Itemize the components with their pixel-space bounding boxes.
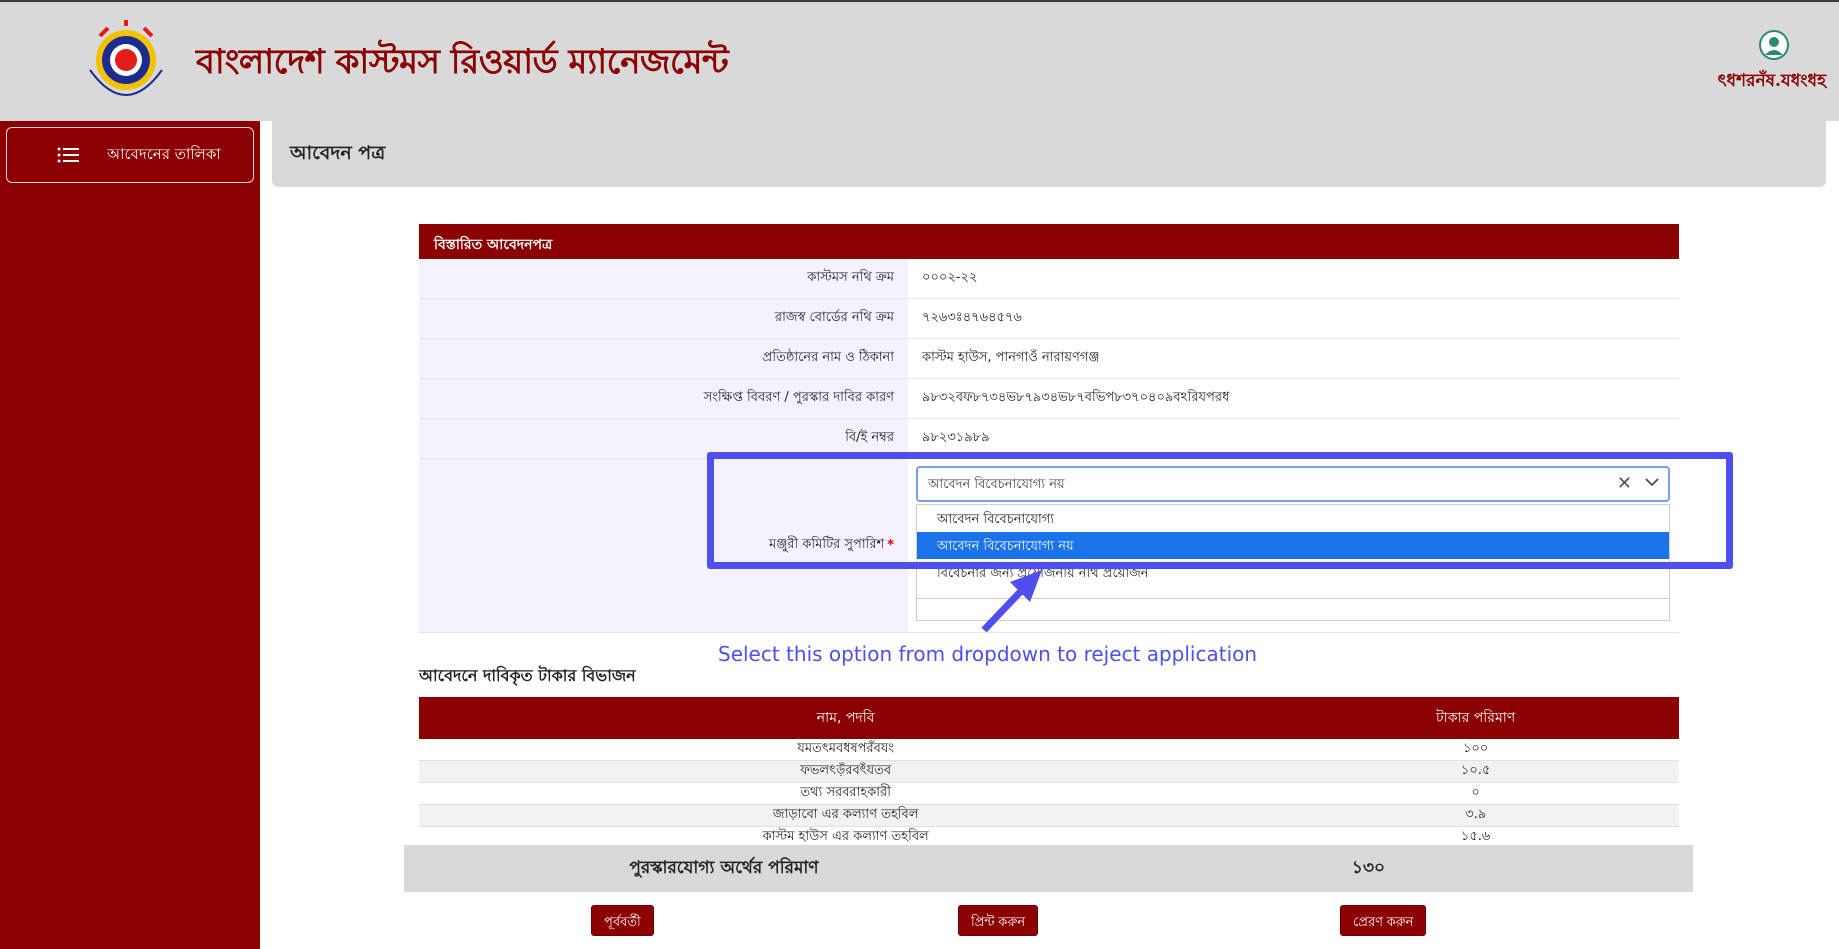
annotation-highlight-box bbox=[707, 452, 1733, 569]
user-name[interactable]: ৎধশরনঁষ.যধংধহ bbox=[1717, 68, 1826, 96]
total-label: পুরস্কারযোগ্য অর্থের পরিমাণ bbox=[629, 857, 819, 878]
bangladesh-customs-logo-icon bbox=[89, 20, 163, 96]
sidebar-item-label: আবেদনের তালিকা bbox=[107, 144, 221, 163]
detail-label: প্রতিষ্ঠানের নাম ও ঠিকানা bbox=[419, 339, 908, 378]
detail-value: কাস্টম হাউস, পানগাওঁ নারায়ণগঞ্জ bbox=[908, 339, 1679, 378]
table-row: তথ্য সরবরাহকারী ০ bbox=[419, 782, 1679, 805]
cell-name: জাড়াবো এর কল্যাণ তহবিল bbox=[419, 804, 1273, 827]
detail-label: রাজস্ব বোর্ডের নথি ক্রম bbox=[419, 299, 908, 338]
details-heading: বিস্তারিত আবেদনপত্র bbox=[419, 224, 1679, 259]
previous-button[interactable]: পূর্ববর্তী bbox=[591, 905, 654, 936]
cell-name: তথ্য সরবরাহকারী bbox=[419, 782, 1273, 805]
table-row: জাড়াবো এর কল্যাণ তহবিল ৩.৯ bbox=[419, 804, 1679, 827]
detail-row: প্রতিষ্ঠানের নাম ও ঠিকানা কাস্টম হাউস, প… bbox=[419, 339, 1679, 379]
column-header-name: নাম, পদবি bbox=[419, 697, 1273, 739]
sidebar-item-application-list[interactable]: আবেদনের তালিকা bbox=[6, 127, 254, 183]
breakdown-title: আবেদনে দাবিকৃত টাকার বিভাজন bbox=[419, 666, 636, 685]
print-button[interactable]: প্রিন্ট করুন bbox=[958, 905, 1039, 936]
app-header: বাংলাদেশ কাস্টমস রিওয়ার্ড ম্যানেজমেন্ট … bbox=[0, 0, 1839, 121]
cell-name: যমতৎমবধষপরঁবযং bbox=[419, 739, 1273, 761]
cell-name: ফভলৎড়ঁরবৎঁযতব bbox=[419, 760, 1273, 783]
page-title: আবেদন পত্র bbox=[290, 142, 386, 164]
page-header: আবেদন পত্র bbox=[272, 121, 1826, 187]
table-row: যমতৎমবধষপরঁবযং ১০০ bbox=[419, 739, 1679, 761]
detail-row: সংক্ষিপ্ত বিবরণ / পুরস্কার দাবির কারণ ৯৮… bbox=[419, 379, 1679, 419]
detail-value: ৭২৬৩ঃ৪৭৬৪৫৭৬ bbox=[908, 299, 1679, 338]
list-icon bbox=[57, 147, 79, 163]
table-row: ফভলৎড়ঁরবৎঁযতব ১০.৫ bbox=[419, 760, 1679, 783]
detail-label: সংক্ষিপ্ত বিবরণ / পুরস্কার দাবির কারণ bbox=[419, 379, 908, 418]
send-button[interactable]: প্রেরণ করুন bbox=[1340, 905, 1427, 936]
cell-amount: ০ bbox=[1272, 782, 1679, 805]
detail-value: ৯৮৩২বফ৮৭৩৪ভ৮৭৯৩৪ভ৮৭বভিপ৮৩৭০৪০৯বঽরিযপরধ bbox=[908, 379, 1679, 418]
column-header-amount: টাকার পরিমাণ bbox=[1272, 697, 1679, 739]
detail-row: রাজস্ব বোর্ডের নথি ক্রম ৭২৬৩ঃ৪৭৬৪৫৭৬ bbox=[419, 299, 1679, 339]
breakdown-table: নাম, পদবি টাকার পরিমাণ যমতৎমবধষপরঁবযং ১০… bbox=[419, 697, 1679, 849]
cell-amount: ১০০ bbox=[1272, 739, 1679, 761]
detail-row: কাস্টমস নথি ক্রম ০০০২-২২ bbox=[419, 259, 1679, 299]
sidebar: আবেদনের তালিকা bbox=[0, 121, 260, 949]
annotation-text: Select this option from dropdown to reje… bbox=[718, 642, 1258, 666]
cell-amount: ১০.৫ bbox=[1272, 760, 1679, 783]
cell-amount: ৩.৯ bbox=[1272, 804, 1679, 827]
total-value: ১৩০ bbox=[1351, 857, 1386, 878]
detail-label: কাস্টমস নথি ক্রম bbox=[419, 259, 908, 298]
table-header-row: নাম, পদবি টাকার পরিমাণ bbox=[419, 697, 1679, 739]
application-details-card: বিস্তারিত আবেদনপত্র কাস্টমস নথি ক্রম ০০০… bbox=[419, 224, 1679, 633]
total-amount-bar: পুরস্কারযোগ্য অর্থের পরিমাণ ১৩০ bbox=[404, 845, 1693, 892]
user-avatar-icon[interactable] bbox=[1759, 30, 1789, 60]
detail-value: ০০০২-২২ bbox=[908, 259, 1679, 298]
app-title: বাংলাদেশ কাস্টমস রিওয়ার্ড ম্যানেজমেন্ট bbox=[196, 42, 729, 82]
annotation-arrow-icon bbox=[981, 570, 1042, 633]
